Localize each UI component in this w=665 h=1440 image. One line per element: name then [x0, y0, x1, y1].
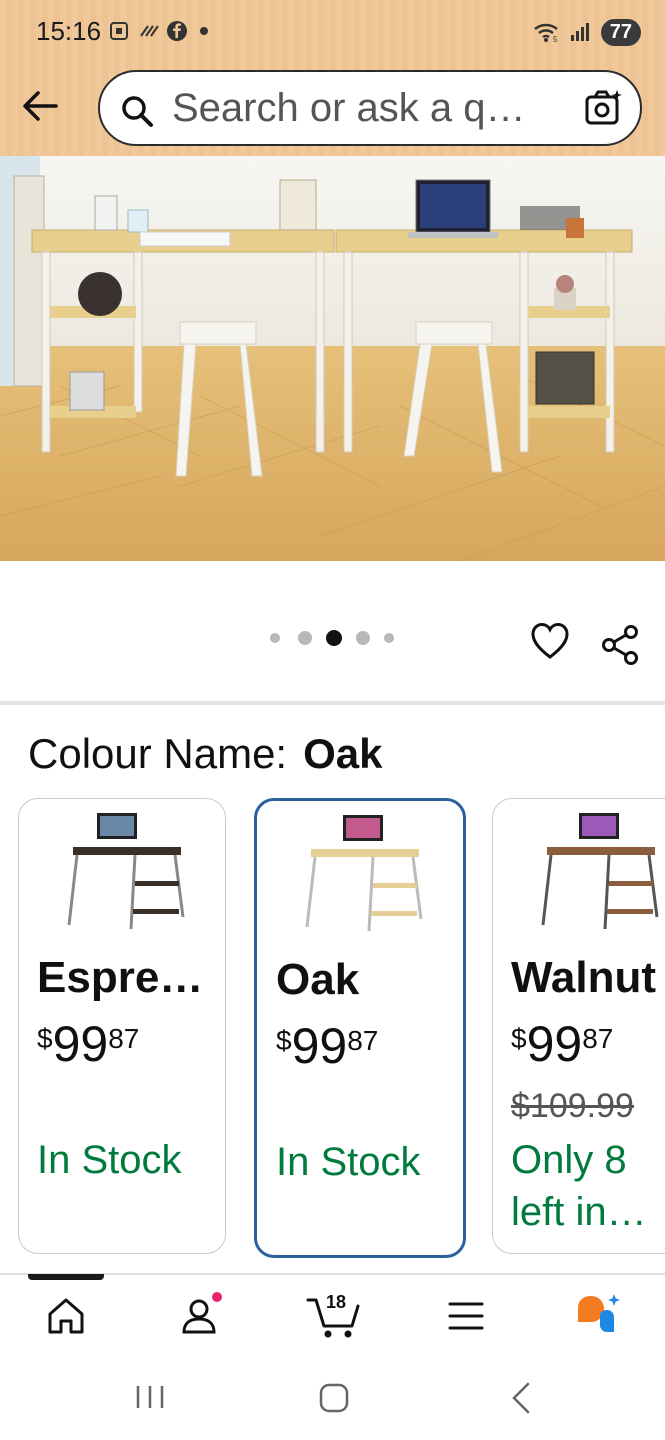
rufus-icon[interactable] — [574, 1292, 622, 1340]
price-whole: 99 — [291, 1018, 348, 1074]
pagination-dot — [298, 631, 312, 645]
dot-icon — [200, 27, 208, 35]
camera-search-icon[interactable] — [584, 88, 624, 128]
menu-icon[interactable] — [442, 1292, 490, 1340]
pagination-dot — [270, 633, 280, 643]
search-icon — [122, 96, 153, 127]
desk-thumbnail — [305, 815, 423, 932]
wifi-icon: 5 — [533, 23, 558, 44]
back-arrow-icon[interactable] — [18, 86, 62, 126]
variation-card-oak[interactable]: Oak $9987 In Stock — [254, 798, 466, 1258]
image-pagination — [270, 630, 394, 646]
facebook-icon — [167, 21, 187, 41]
pagination-dot-active — [326, 630, 342, 646]
variation-label-text: Colour Name: — [28, 730, 288, 777]
status-bar: 15:16 5 77 — [0, 0, 665, 64]
stock-status-line2: left in… — [511, 1190, 647, 1234]
desk-thumbnail — [541, 813, 659, 930]
pagination-dot — [356, 631, 370, 645]
list-price: $109.99 — [511, 1087, 634, 1125]
stock-status: In Stock — [37, 1138, 182, 1182]
search-bar[interactable]: Search or ask a q… — [98, 70, 642, 146]
price-whole: 99 — [52, 1016, 109, 1072]
price-whole: 99 — [526, 1016, 583, 1072]
variation-card-espresso[interactable]: Espre… $9987 In Stock — [18, 798, 226, 1254]
status-right: 5 77 — [533, 17, 641, 47]
variation-price: $9987 — [511, 1015, 613, 1073]
search-input[interactable]: Search or ask a q… — [172, 86, 526, 131]
battery-level: 77 — [600, 18, 641, 46]
screenshot-icon — [110, 22, 128, 40]
variation-price: $9987 — [37, 1015, 139, 1073]
recents-icon[interactable] — [132, 1380, 168, 1414]
price-symbol: $ — [511, 1023, 527, 1054]
bottom-nav-active-indicator — [28, 1274, 104, 1280]
variation-label: Colour Name: Oak — [28, 730, 383, 778]
nfc-icon — [140, 25, 159, 37]
heart-icon[interactable] — [530, 622, 570, 660]
variation-price: $9987 — [276, 1017, 378, 1075]
home-icon[interactable] — [42, 1292, 90, 1340]
cart-count: 18 — [326, 1292, 347, 1312]
header: 15:16 5 77 Search or ask a q… — [0, 0, 665, 156]
variation-selected-value: Oak — [303, 730, 383, 777]
price-symbol: $ — [276, 1025, 292, 1056]
svg-text:5: 5 — [553, 35, 558, 44]
price-symbol: $ — [37, 1023, 53, 1054]
stock-status: Only 8 — [511, 1138, 627, 1182]
pagination-dot — [384, 633, 394, 643]
price-fraction: 87 — [108, 1023, 140, 1054]
variation-name: Walnut — [511, 953, 656, 1002]
share-icon[interactable] — [600, 624, 640, 666]
desk-thumbnail — [67, 813, 185, 930]
product-image[interactable] — [0, 156, 665, 561]
home-button-icon[interactable] — [316, 1380, 352, 1416]
section-divider — [0, 701, 665, 705]
variation-card-walnut[interactable]: Walnut $9987 $109.99 Only 8 left in… — [492, 798, 665, 1254]
account-icon[interactable] — [175, 1292, 223, 1340]
variation-name: Espre… — [37, 953, 204, 1002]
stock-status: In Stock — [276, 1140, 421, 1184]
price-fraction: 87 — [582, 1023, 614, 1054]
variation-name: Oak — [276, 955, 360, 1004]
desk-photo — [0, 156, 665, 561]
back-icon[interactable] — [506, 1380, 536, 1416]
price-fraction: 87 — [347, 1025, 379, 1056]
status-time: 15:16 — [36, 16, 102, 46]
signal-icon — [570, 23, 589, 41]
